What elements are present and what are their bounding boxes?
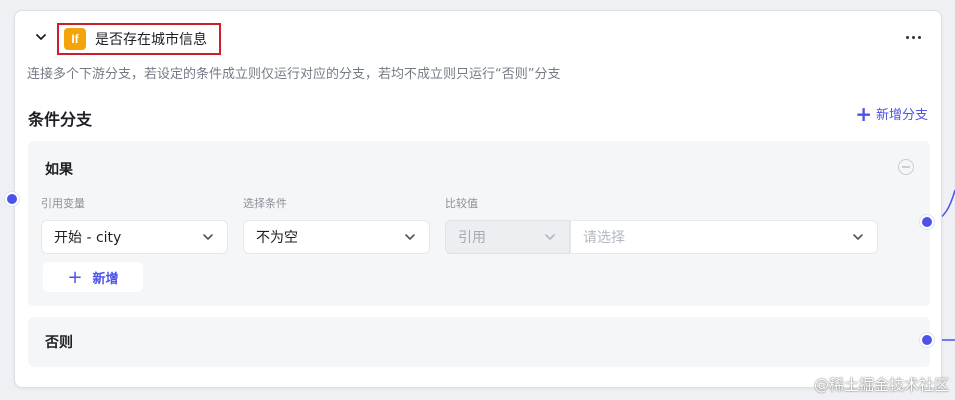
if-node-icon: If bbox=[64, 28, 86, 50]
chevron-down-icon bbox=[36, 34, 46, 40]
watermark: @稀土掘金技术社区 bbox=[813, 376, 949, 394]
if-output-port[interactable] bbox=[920, 215, 934, 229]
node-description: 连接多个下游分支，若设定的条件成立则仅运行对应的分支，若均不成立则只运行“否则”… bbox=[27, 67, 561, 82]
input-port[interactable] bbox=[5, 192, 19, 206]
chevron-down-icon bbox=[543, 230, 557, 244]
more-options-button[interactable] bbox=[903, 27, 923, 47]
operator-select-value: 不为空 bbox=[256, 230, 298, 246]
remove-circle-icon bbox=[902, 166, 910, 168]
node-title[interactable]: 是否存在城市信息 bbox=[95, 29, 207, 49]
else-branch: 否则 bbox=[28, 317, 930, 367]
variable-field-label: 引用变量 bbox=[41, 197, 85, 210]
compare-field-label: 比较值 bbox=[445, 197, 478, 210]
add-branch-label: 新增分支 bbox=[875, 108, 928, 123]
remove-branch-button[interactable] bbox=[898, 159, 914, 175]
condition-field-label: 选择条件 bbox=[243, 197, 287, 210]
if-branch: 如果 引用变量 选择条件 比较值 开始 - city 不为空 引用 请选择 + … bbox=[28, 141, 930, 306]
compare-type-select: 引用 bbox=[445, 220, 570, 254]
more-icon-dot bbox=[911, 35, 915, 39]
else-output-port[interactable] bbox=[920, 333, 934, 347]
chevron-down-icon bbox=[851, 230, 865, 244]
more-icon bbox=[905, 35, 909, 39]
more-icon-dot bbox=[917, 35, 921, 39]
compare-value-select[interactable]: 请选择 bbox=[570, 220, 878, 254]
section-title: 条件分支 bbox=[28, 110, 93, 129]
operator-select[interactable]: 不为空 bbox=[243, 220, 430, 254]
else-branch-label: 否则 bbox=[45, 335, 73, 351]
compare-value-placeholder: 请选择 bbox=[583, 230, 625, 246]
chevron-down-icon bbox=[403, 230, 417, 244]
node-header: If 是否存在城市信息 bbox=[15, 11, 941, 63]
collapse-button[interactable] bbox=[32, 28, 50, 46]
variable-select-value: 开始 - city bbox=[54, 230, 122, 246]
add-branch-button[interactable]: + 新增分支 bbox=[855, 101, 928, 126]
condition-node-card[interactable]: If 是否存在城市信息 连接多个下游分支，若设定的条件成立则仅运行对应的分支，若… bbox=[14, 10, 942, 388]
variable-select[interactable]: 开始 - city bbox=[41, 220, 228, 254]
compare-type-value: 引用 bbox=[458, 230, 486, 246]
add-condition-label: 新增 bbox=[92, 271, 119, 287]
node-title-area[interactable]: If 是否存在城市信息 bbox=[57, 23, 221, 55]
if-branch-label: 如果 bbox=[45, 162, 73, 178]
plus-icon: + bbox=[855, 101, 872, 126]
chevron-down-icon bbox=[201, 230, 215, 244]
add-condition-button[interactable]: + 新增 bbox=[43, 262, 143, 292]
plus-icon: + bbox=[67, 266, 83, 288]
